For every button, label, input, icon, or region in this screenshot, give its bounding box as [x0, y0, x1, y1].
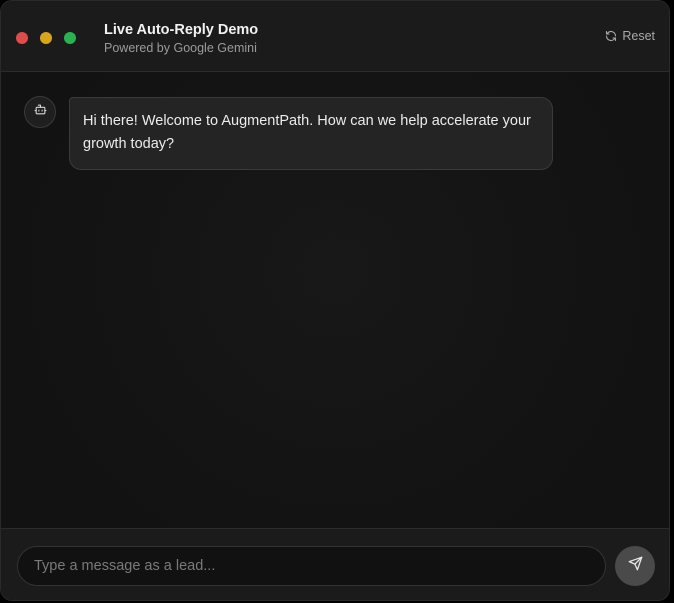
refresh-icon — [605, 30, 617, 42]
close-window-button[interactable] — [16, 32, 28, 44]
bot-avatar — [24, 96, 56, 128]
title-block: Live Auto-Reply Demo Powered by Google G… — [104, 21, 258, 56]
bot-icon — [34, 103, 47, 121]
title-bar: Live Auto-Reply Demo Powered by Google G… — [1, 1, 669, 72]
reset-button[interactable]: Reset — [605, 29, 655, 43]
send-button[interactable] — [615, 546, 655, 586]
window-subtitle: Powered by Google Gemini — [104, 41, 257, 55]
maximize-window-button[interactable] — [64, 32, 76, 44]
chat-window: Live Auto-Reply Demo Powered by Google G… — [0, 0, 670, 601]
bot-message-bubble: Hi there! Welcome to AugmentPath. How ca… — [69, 97, 553, 170]
window-title: Live Auto-Reply Demo — [104, 22, 259, 38]
send-icon — [628, 556, 643, 576]
reset-label: Reset — [622, 29, 655, 43]
message-input[interactable] — [17, 546, 606, 586]
composer-bar — [1, 528, 669, 600]
minimize-window-button[interactable] — [40, 32, 52, 44]
chat-messages: Hi there! Welcome to AugmentPath. How ca… — [1, 72, 669, 528]
